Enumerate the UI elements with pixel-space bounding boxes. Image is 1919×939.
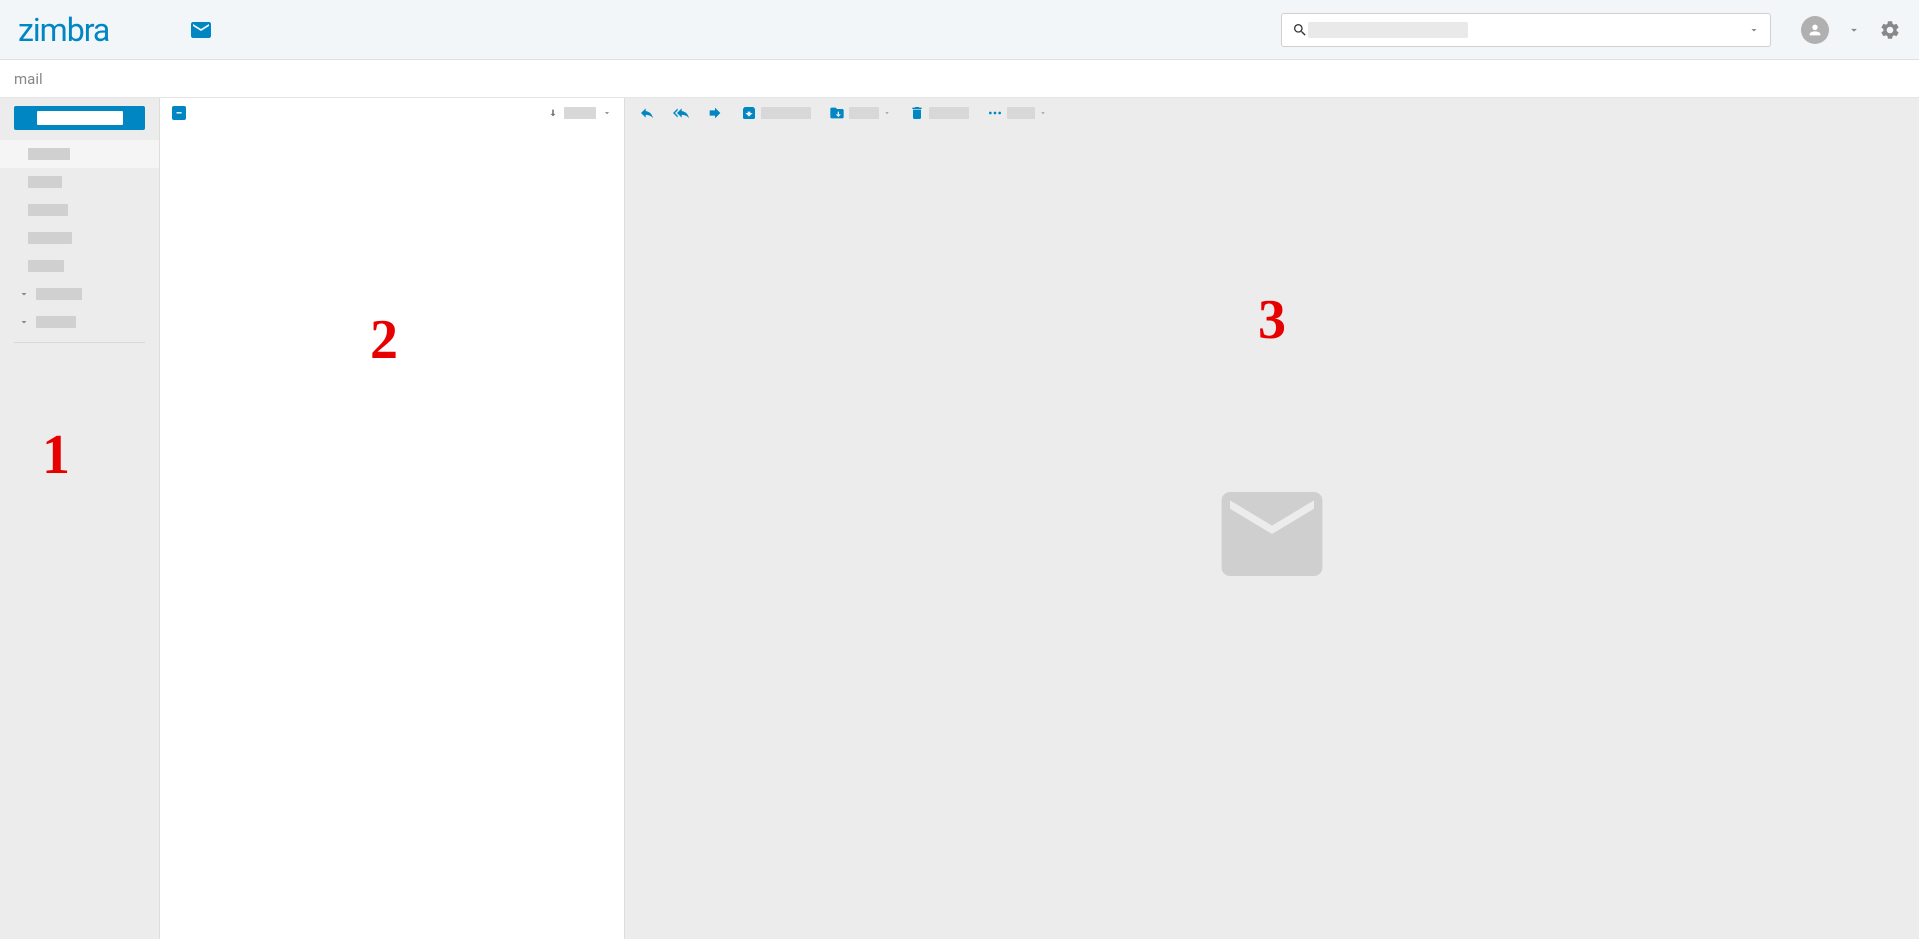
chevron-down-icon	[883, 109, 891, 117]
move-folder-icon	[829, 105, 845, 121]
sort-arrow-icon	[548, 108, 558, 118]
search-box[interactable]	[1281, 13, 1771, 47]
folder-label	[36, 288, 82, 300]
chevron-down-icon	[602, 108, 612, 118]
chevron-down-icon	[18, 288, 30, 300]
archive-button[interactable]	[741, 105, 811, 121]
settings-gear-icon[interactable]	[1879, 19, 1901, 41]
search-wrap	[1281, 13, 1901, 47]
reply-all-button[interactable]	[673, 105, 689, 121]
reply-button[interactable]	[639, 105, 655, 121]
folder-item-2[interactable]	[0, 196, 159, 224]
folder-item-1[interactable]	[0, 168, 159, 196]
message-toolbar	[625, 98, 1919, 128]
select-all-checkbox[interactable]: −	[172, 106, 186, 120]
folder-label	[28, 204, 68, 216]
sidebar: 1	[0, 98, 160, 939]
breadcrumb: mail	[14, 70, 43, 88]
folder-label	[36, 316, 76, 328]
app-logo[interactable]: zimbra	[18, 11, 109, 49]
more-dots-icon	[987, 105, 1003, 121]
message-list-pane: − 2	[160, 98, 625, 939]
sort-control[interactable]	[548, 107, 612, 119]
folder-label	[28, 232, 72, 244]
sort-label	[564, 107, 596, 119]
archive-icon	[741, 105, 757, 121]
reply-all-icon	[673, 105, 689, 121]
move-button[interactable]	[829, 105, 891, 121]
right-controls	[1801, 16, 1901, 44]
folder-item-0[interactable]	[0, 140, 159, 168]
forward-icon	[707, 105, 723, 121]
folder-item-3[interactable]	[0, 224, 159, 252]
move-label	[849, 107, 879, 119]
chevron-down-icon	[1039, 109, 1047, 117]
trash-icon	[909, 105, 925, 121]
reply-icon	[639, 105, 655, 121]
sidebar-divider	[14, 342, 145, 343]
person-icon	[1807, 22, 1823, 38]
annotation-3: 3	[1258, 288, 1286, 352]
empty-state: 3	[625, 128, 1919, 939]
folder-label	[28, 148, 70, 160]
list-header: −	[160, 98, 624, 128]
folder-item-6[interactable]	[0, 308, 159, 336]
breadcrumb-bar: mail	[0, 60, 1919, 98]
folder-label	[28, 176, 62, 188]
compose-button[interactable]	[14, 106, 145, 130]
annotation-2: 2	[370, 308, 398, 372]
user-dropdown-icon[interactable]	[1847, 23, 1861, 37]
folder-item-5[interactable]	[0, 280, 159, 308]
main-area: 1 − 2	[0, 98, 1919, 939]
archive-label	[761, 107, 811, 119]
mail-icon[interactable]	[189, 18, 213, 42]
compose-label	[37, 111, 123, 125]
delete-button[interactable]	[909, 105, 969, 121]
reading-pane: 3	[625, 98, 1919, 939]
folder-label	[28, 260, 64, 272]
user-avatar[interactable]	[1801, 16, 1829, 44]
top-bar: zimbra	[0, 0, 1919, 60]
forward-button[interactable]	[707, 105, 723, 121]
search-dropdown-icon[interactable]	[1748, 24, 1760, 36]
more-button[interactable]	[987, 105, 1047, 121]
delete-label	[929, 107, 969, 119]
more-label	[1007, 107, 1035, 119]
empty-envelope-icon	[1219, 492, 1325, 576]
folder-item-4[interactable]	[0, 252, 159, 280]
chevron-down-icon	[18, 316, 30, 328]
